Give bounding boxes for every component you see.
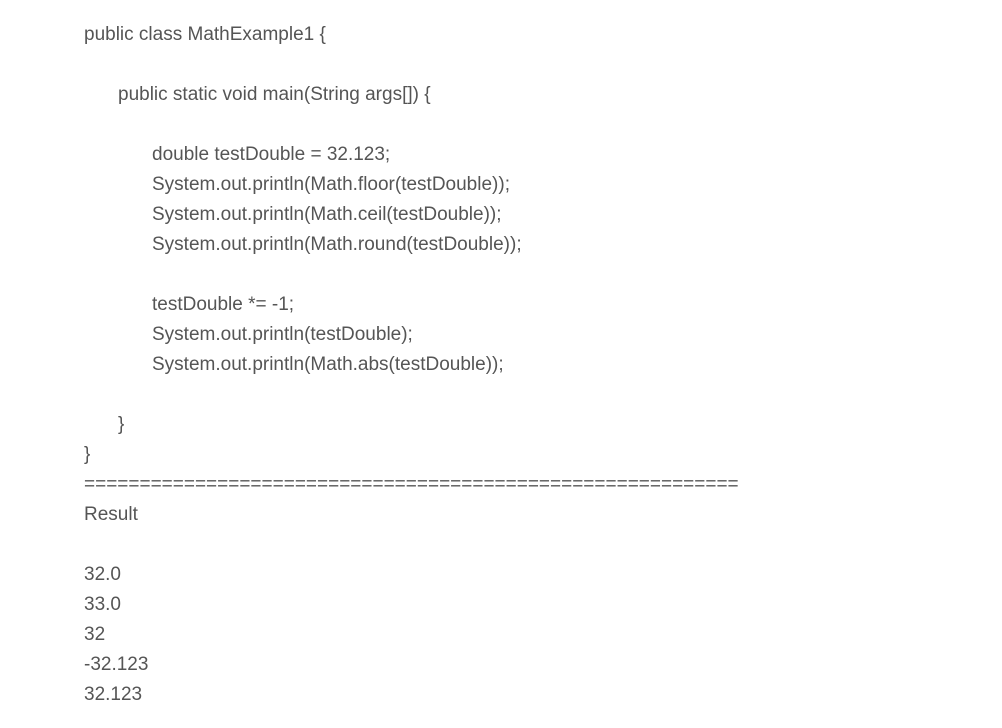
code-line-3: System.out.println(Math.ceil(testDouble)…: [152, 204, 502, 225]
code-line-1: double testDouble = 32.123;: [152, 144, 391, 165]
separator-line: ========================================…: [84, 474, 739, 495]
code-line-4: System.out.println(Math.round(testDouble…: [152, 234, 522, 255]
result-line: 33.0: [84, 594, 121, 615]
main-method-declaration: public static void main(String args[]) {: [118, 84, 431, 105]
class-declaration: public class MathExample1 {: [84, 24, 326, 45]
class-close-brace: }: [84, 444, 91, 465]
code-line-7: System.out.println(Math.abs(testDouble))…: [152, 354, 504, 375]
result-line: 32.123: [84, 684, 143, 705]
result-line: -32.123: [84, 654, 149, 675]
code-line-2: System.out.println(Math.floor(testDouble…: [152, 174, 510, 195]
code-line-6: System.out.println(testDouble);: [152, 324, 413, 345]
main-method-close-brace: }: [118, 414, 125, 435]
document-body: public class MathExample1 { public stati…: [84, 20, 984, 710]
result-line: 32.0: [84, 564, 121, 585]
result-line: 32: [84, 624, 106, 645]
code-line-5: testDouble *= -1;: [152, 294, 295, 315]
result-heading: Result: [84, 504, 138, 525]
